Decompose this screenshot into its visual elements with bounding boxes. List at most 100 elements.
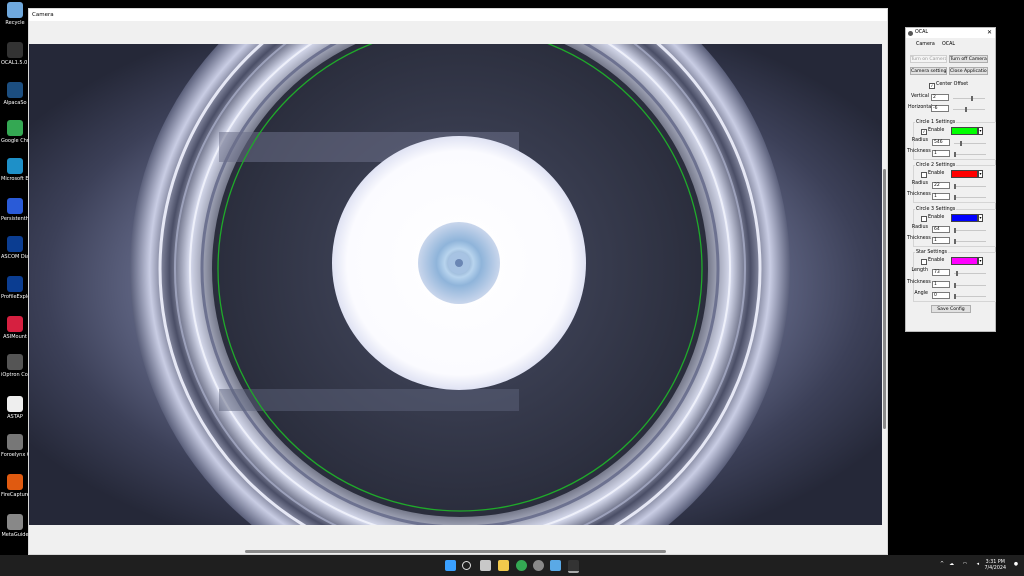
circle-1-color-swatch[interactable] xyxy=(951,127,978,135)
circle-3-color-dropdown-icon[interactable]: ▾ xyxy=(978,214,983,222)
star-color-dropdown-icon[interactable]: ▾ xyxy=(978,257,983,265)
shortcut-icon xyxy=(7,198,23,214)
save-config-button[interactable]: Save Config xyxy=(931,305,971,313)
vertical-slider[interactable] xyxy=(953,96,985,101)
shortcut-icon xyxy=(7,42,23,58)
ocal-taskbar-icon[interactable] xyxy=(568,560,579,573)
center-offset-checkbox[interactable]: ✓ xyxy=(929,83,935,89)
circle-2-radius-slider[interactable] xyxy=(954,184,986,189)
desktop-icon[interactable]: FireCapture xyxy=(1,474,29,498)
desktop-icon[interactable]: AlpacaSo xyxy=(1,82,29,106)
file-explorer-icon[interactable] xyxy=(498,560,509,571)
wifi-icon[interactable]: ◠ xyxy=(963,562,967,567)
shortcut-icon xyxy=(7,354,23,370)
circle-3-color-swatch[interactable] xyxy=(951,214,978,222)
horizontal-slider[interactable] xyxy=(953,107,985,112)
circle-2-group: Circle 2 Settings Enable ▾ Radius 22 Thi… xyxy=(907,163,996,203)
circle-1-title: Circle 1 Settings xyxy=(915,120,957,125)
desktop-icon[interactable]: PersistentH... xyxy=(1,198,29,222)
star-angle-slider[interactable] xyxy=(954,294,986,299)
circle-2-thickness-input[interactable]: 1 xyxy=(932,193,950,200)
desktop-icon[interactable]: OCAL1.5.0 - Shortc xyxy=(1,42,29,66)
tab-ocal[interactable]: OCAL xyxy=(942,42,955,47)
circle-3-group: Circle 3 Settings Enable ▾ Radius 64 Thi… xyxy=(907,207,996,247)
slider-thumb[interactable] xyxy=(965,107,967,112)
cloud-icon[interactable]: ☁ xyxy=(949,562,954,567)
circle-3-thickness-slider[interactable] xyxy=(954,239,986,244)
desktop-icon[interactable]: Recycle xyxy=(1,2,29,26)
desktop-icon-label: PersistentH... xyxy=(1,216,29,222)
circle-3-radius-input[interactable]: 64 xyxy=(932,226,950,233)
circle-3-thickness-label: Thickness xyxy=(907,236,931,241)
slider-thumb[interactable] xyxy=(954,283,956,288)
star-thickness-slider[interactable] xyxy=(954,283,986,288)
start-icon[interactable] xyxy=(445,560,456,571)
desktop-icon[interactable]: ASTAP xyxy=(1,396,29,420)
desktop-icon[interactable]: iOptron Command... xyxy=(1,354,29,378)
chrome-icon[interactable] xyxy=(516,560,527,571)
circle-1-thickness-slider[interactable] xyxy=(954,152,986,157)
star-length-slider[interactable] xyxy=(954,271,986,276)
slider-thumb[interactable] xyxy=(954,294,956,299)
circle-1-radius-slider[interactable] xyxy=(954,141,986,146)
app-icon-2[interactable] xyxy=(550,560,561,571)
star-angle-input[interactable]: 0 xyxy=(932,292,950,299)
tab-camera[interactable]: Camera xyxy=(916,42,935,47)
app-icon[interactable] xyxy=(533,560,544,571)
star-thickness-label: Thickness xyxy=(907,280,931,285)
desktop-icon[interactable]: Foroelynx Commander xyxy=(1,434,29,458)
desktop-icon[interactable]: ProfileExplo... xyxy=(1,276,29,300)
slider-thumb[interactable] xyxy=(954,152,956,157)
star-color-swatch[interactable] xyxy=(951,257,978,265)
close-application-button[interactable]: Close Application xyxy=(949,67,988,75)
star-enable-checkbox[interactable] xyxy=(921,259,927,265)
shortcut-icon xyxy=(7,474,23,490)
circle-2-thickness-slider[interactable] xyxy=(954,195,986,200)
circle-2-radius-input[interactable]: 22 xyxy=(932,182,950,189)
slider-thumb[interactable] xyxy=(956,271,958,276)
horizontal-input[interactable]: -6 xyxy=(931,105,949,112)
task-view-icon[interactable] xyxy=(480,560,491,571)
circle-1-enable-checkbox[interactable]: ✓ xyxy=(921,129,927,135)
slider-thumb[interactable] xyxy=(960,141,962,146)
star-length-label: Length xyxy=(911,268,928,273)
desktop-icon[interactable]: ASCOM Diagnostics xyxy=(1,236,29,260)
circle-1-radius-input[interactable]: 546 xyxy=(932,139,950,146)
circle-3-enable-checkbox[interactable] xyxy=(921,216,927,222)
desktop-icon[interactable]: Microsoft Edge xyxy=(1,158,29,182)
camera-settings-button[interactable]: Camera settings xyxy=(910,67,947,75)
volume-icon[interactable]: ◂ xyxy=(977,562,979,567)
star-group: Star Settings Enable ▾ Length 73 Thickne… xyxy=(907,250,996,302)
slider-thumb[interactable] xyxy=(954,239,956,244)
circle-2-enable-checkbox[interactable] xyxy=(921,172,927,178)
desktop-icon[interactable]: MetaGuide xyxy=(1,514,29,538)
star-length-input[interactable]: 73 xyxy=(932,269,950,276)
desktop-icon[interactable]: ASIMount xyxy=(1,316,29,340)
horizontal-scrollbar[interactable] xyxy=(245,550,666,553)
slider-thumb[interactable] xyxy=(971,96,973,101)
slider-thumb[interactable] xyxy=(954,195,956,200)
circle-1-color-dropdown-icon[interactable]: ▾ xyxy=(978,127,983,135)
close-icon[interactable]: ✕ xyxy=(987,28,992,38)
vertical-scrollbar[interactable] xyxy=(883,169,886,429)
circle-2-color-dropdown-icon[interactable]: ▾ xyxy=(978,170,983,178)
circle-1-thickness-input[interactable]: 1 xyxy=(932,150,950,157)
chevron-up-icon[interactable]: ^ xyxy=(940,562,944,567)
desktop-icon[interactable]: Google Chrome xyxy=(1,120,29,144)
vertical-input[interactable]: 2 xyxy=(931,94,949,101)
notification-bell-icon[interactable]: ● xyxy=(1014,562,1018,567)
circle-2-enable-label: Enable xyxy=(928,171,945,176)
search-icon[interactable] xyxy=(462,561,471,570)
turn-on-camera-button[interactable]: Turn on Camera xyxy=(910,55,947,63)
turn-off-camera-button[interactable]: Turn off Camera xyxy=(949,55,988,63)
ocal-titlebar: OCAL ✕ xyxy=(906,28,995,38)
circle-3-radius-slider[interactable] xyxy=(954,228,986,233)
circle-2-color-swatch[interactable] xyxy=(951,170,978,178)
desktop-icon-label: iOptron Command... xyxy=(1,372,29,378)
tab-strip: Camera OCAL xyxy=(906,38,995,48)
slider-thumb[interactable] xyxy=(954,184,956,189)
star-thickness-input[interactable]: 1 xyxy=(932,281,950,288)
clock[interactable]: 3:31 PM 7/4/2024 xyxy=(984,560,1006,572)
circle-3-thickness-input[interactable]: 1 xyxy=(932,237,950,244)
slider-thumb[interactable] xyxy=(954,228,956,233)
